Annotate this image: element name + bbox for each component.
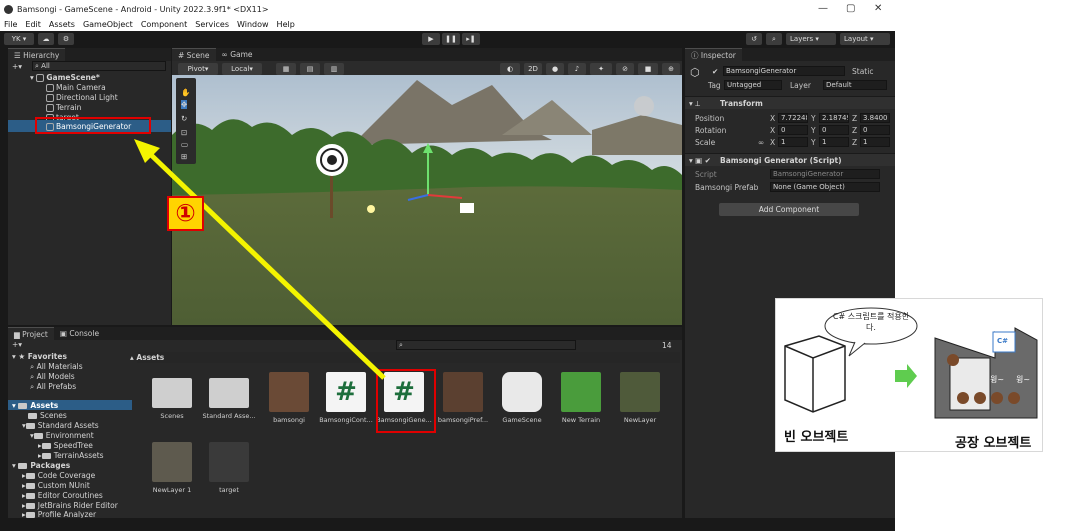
- step-marker: ①: [167, 196, 204, 231]
- csharp-file-label: C#: [997, 337, 1009, 345]
- speech-bubble-text: C# 스크립트를 적용한다.: [832, 312, 910, 332]
- empty-cube: [784, 335, 846, 413]
- green-arrow-icon: [895, 364, 917, 388]
- factory-object-label: 공장 오브젝트: [955, 436, 1032, 451]
- sound-effect-1: 윙~: [990, 375, 1005, 384]
- sound-effect-2: 윙~: [1016, 375, 1031, 384]
- annotation-arrow-line: [146, 150, 386, 380]
- empty-object-label: 빈 오브젝트: [784, 430, 849, 445]
- chestnut-icon: [947, 354, 959, 366]
- chestnut-icon: [991, 392, 1003, 404]
- chestnut-icon: [957, 392, 969, 404]
- chestnut-icon: [974, 392, 986, 404]
- speech-bubble-tail: [848, 341, 866, 357]
- chestnut-icon: [1008, 392, 1020, 404]
